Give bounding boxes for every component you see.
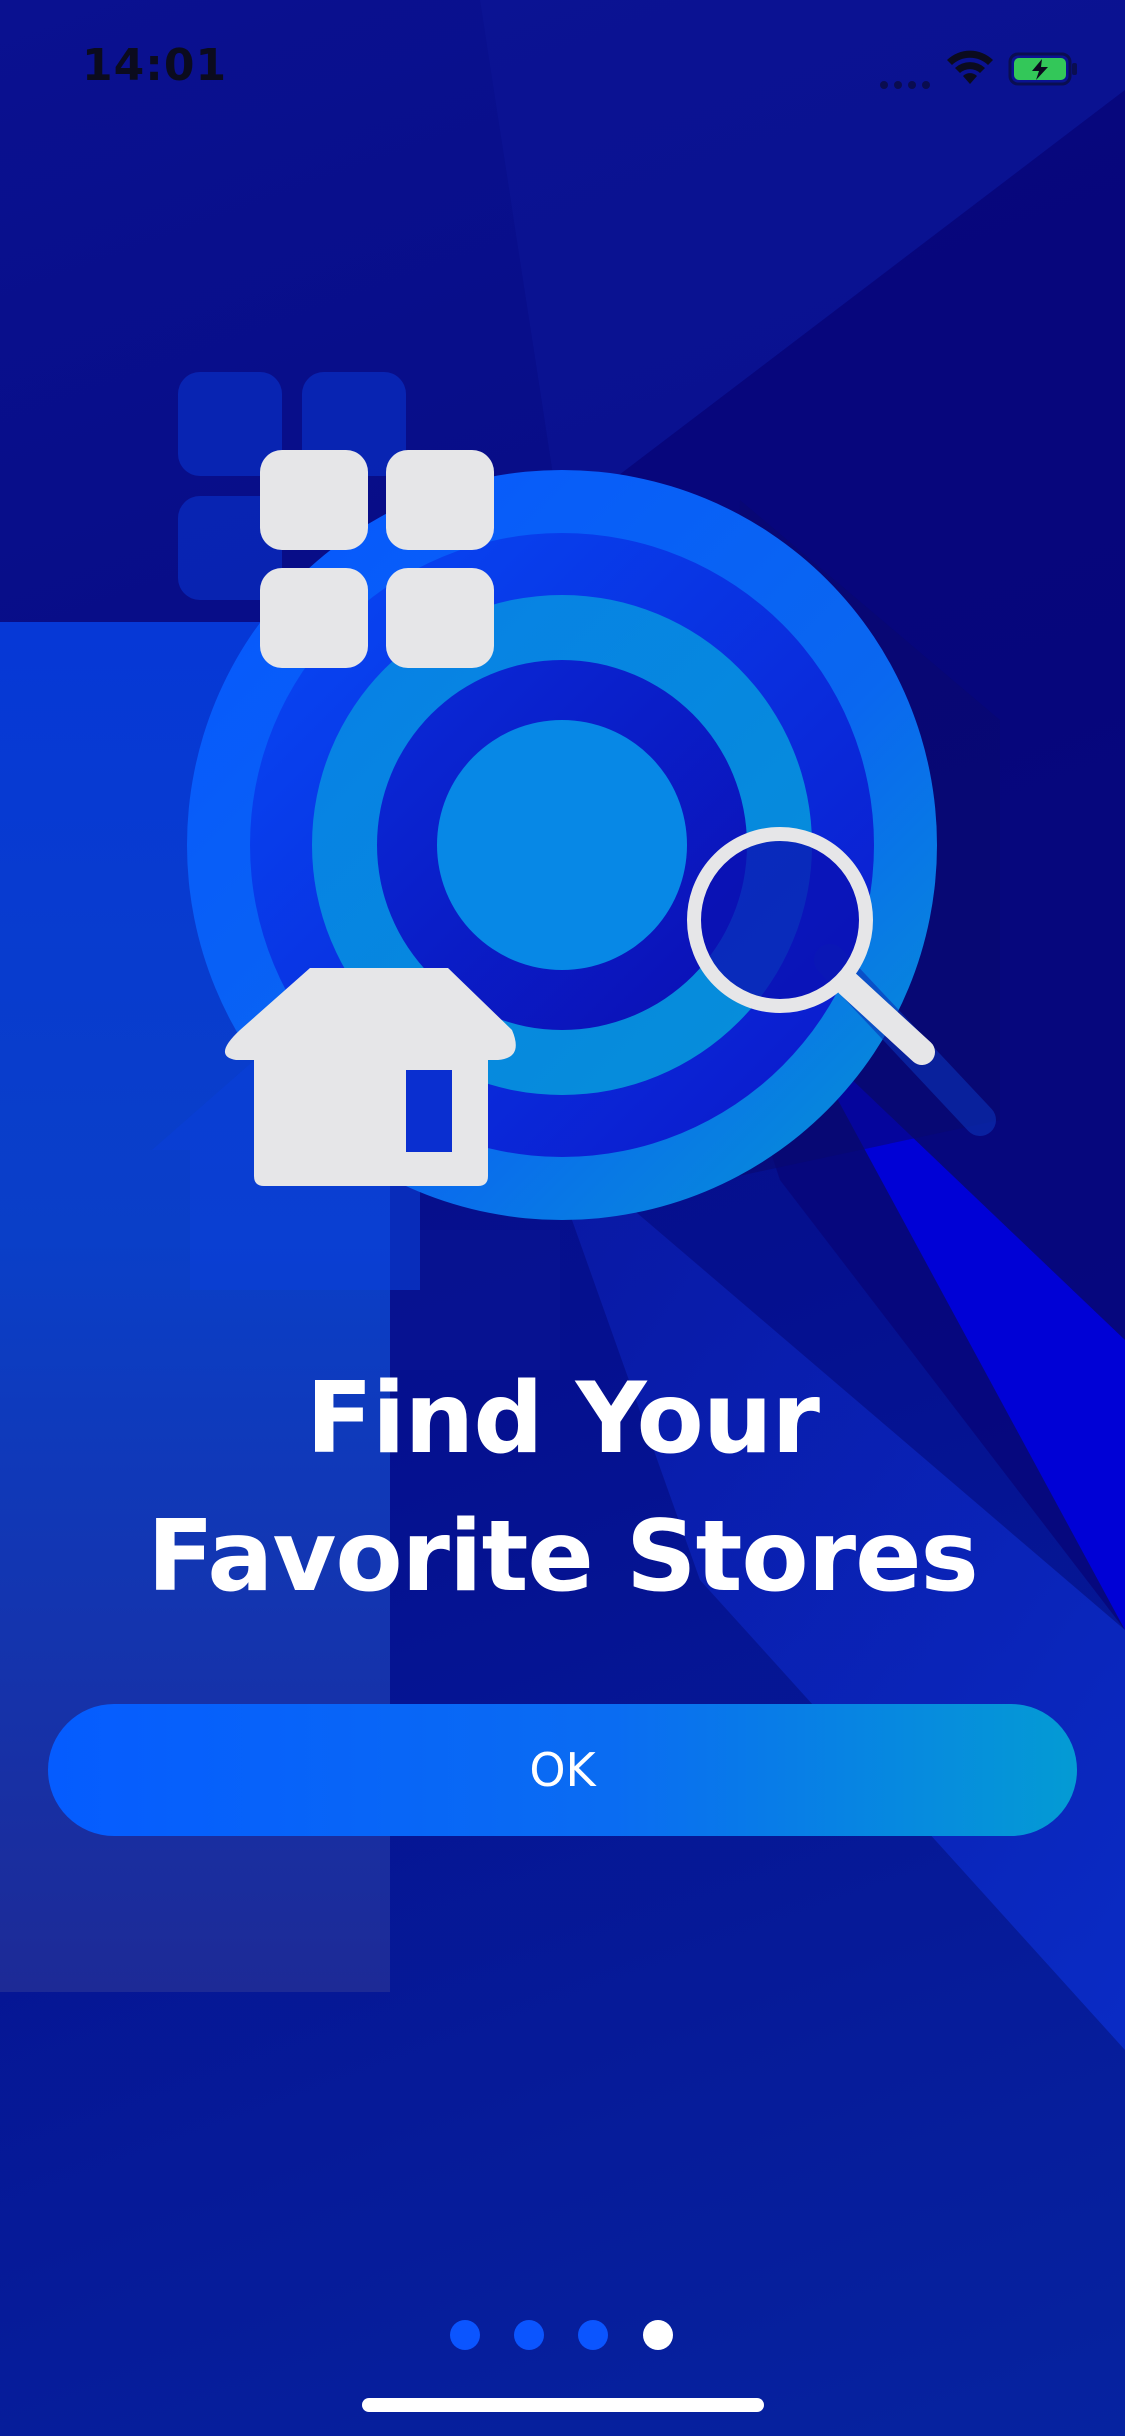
ok-button[interactable]: OK: [48, 1704, 1077, 1836]
wifi-icon: [947, 50, 993, 84]
page-dot-2[interactable]: [514, 2320, 544, 2350]
onboarding-title: Find Your Favorite Stores: [0, 1350, 1125, 1626]
status-time: 14:01: [82, 40, 228, 91]
cellular-signal-icon: [880, 76, 936, 89]
page-dot-1[interactable]: [450, 2320, 480, 2350]
status-bar: 14:01: [0, 0, 1125, 140]
page-dot-4-active[interactable]: [643, 2320, 673, 2350]
home-indicator[interactable]: [362, 2398, 764, 2412]
battery-charging-icon: [1008, 52, 1077, 86]
page-dot-3[interactable]: [578, 2320, 608, 2350]
onboarding-screen: 14:01 Find Your Favorite Stores OK: [0, 0, 1125, 2436]
title-line-2: Favorite Stores: [147, 1500, 979, 1614]
title-line-1: Find Your: [306, 1362, 820, 1476]
hero-illustration: [187, 450, 1000, 1220]
page-indicator: [450, 2320, 690, 2352]
